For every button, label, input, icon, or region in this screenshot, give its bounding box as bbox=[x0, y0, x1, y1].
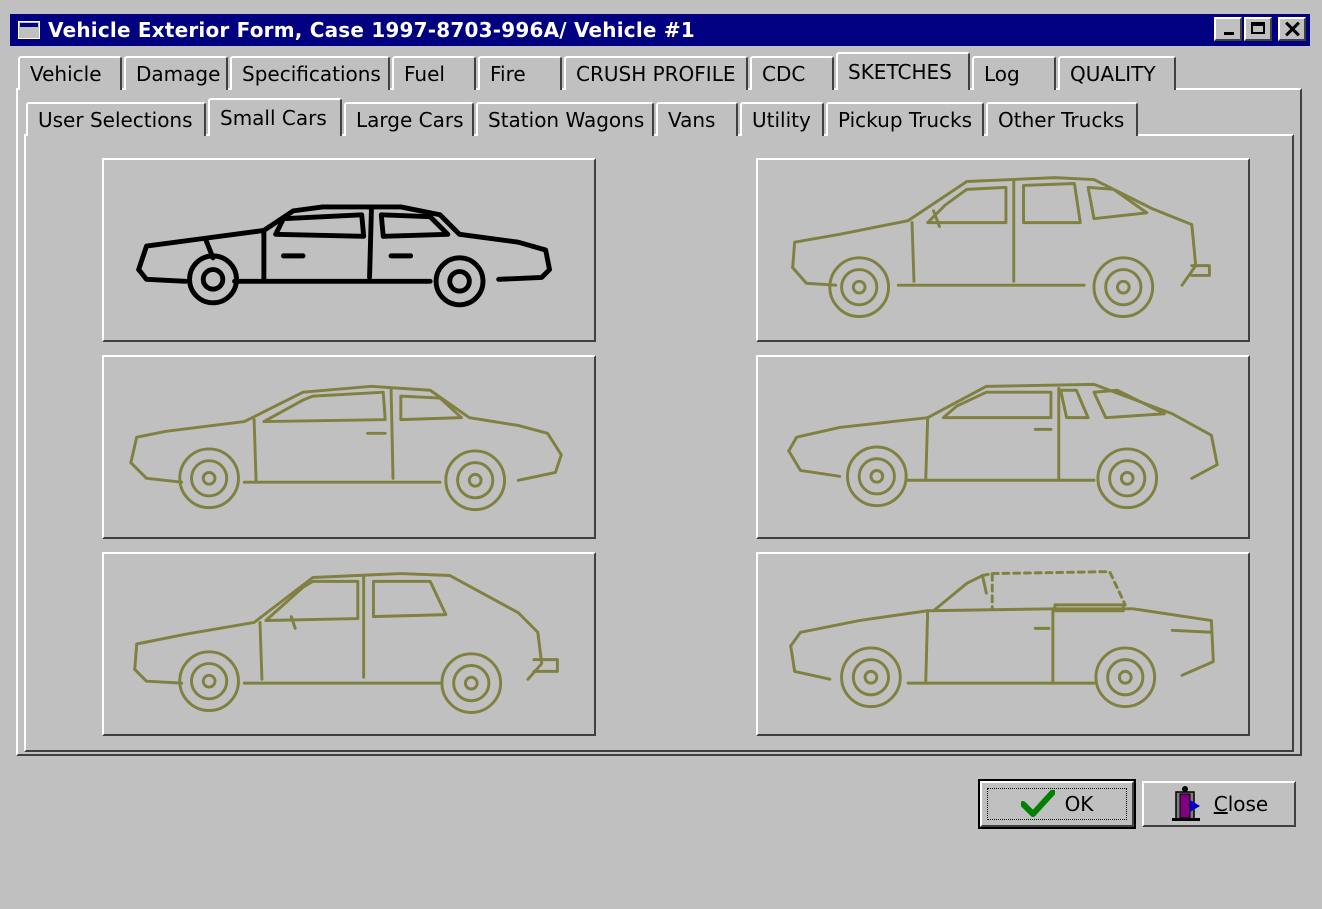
vehicle-type-tab-strip: User Selections Small Cars Large Cars St… bbox=[26, 98, 1140, 136]
tab-utility[interactable]: Utility bbox=[740, 102, 824, 136]
sport-hatchback-sketch-icon bbox=[787, 382, 1219, 510]
tab-label: Small Cars bbox=[220, 106, 327, 130]
exit-door-icon bbox=[1171, 786, 1200, 821]
tab-sketches[interactable]: SKETCHES bbox=[836, 52, 970, 90]
tab-label: Specifications bbox=[242, 62, 381, 86]
sketch-tile-coupe[interactable] bbox=[102, 355, 596, 539]
sketch-tile-hatchback-4door[interactable] bbox=[756, 158, 1250, 342]
convertible-sketch-icon bbox=[789, 570, 1215, 709]
tab-fuel[interactable]: Fuel bbox=[392, 56, 476, 90]
tab-log[interactable]: Log bbox=[972, 56, 1056, 90]
tab-label: CDC bbox=[762, 62, 806, 86]
close-button[interactable]: Close bbox=[1142, 781, 1296, 827]
tab-vehicle[interactable]: Vehicle bbox=[18, 56, 122, 90]
tab-label: QUALITY bbox=[1070, 62, 1156, 86]
tab-label: SKETCHES bbox=[848, 60, 952, 84]
coupe-sketch-icon bbox=[129, 384, 563, 512]
window-icon[interactable] bbox=[18, 21, 40, 39]
hatchback-4door-sketch-icon bbox=[791, 176, 1211, 318]
title-bar[interactable]: Vehicle Exterior Form, Case 1997-8703-99… bbox=[10, 14, 1310, 46]
tab-label: Pickup Trucks bbox=[838, 108, 973, 132]
tab-label: Log bbox=[984, 62, 1020, 86]
tab-label: Fuel bbox=[404, 62, 445, 86]
window-title: Vehicle Exterior Form, Case 1997-8703-99… bbox=[48, 18, 695, 42]
tab-damage[interactable]: Damage bbox=[124, 56, 228, 90]
tab-other-trucks[interactable]: Other Trucks bbox=[986, 102, 1138, 136]
maximize-button[interactable] bbox=[1244, 17, 1272, 41]
main-tab-strip: Vehicle Damage Specifications Fuel Fire … bbox=[18, 52, 1178, 90]
tab-label: Utility bbox=[752, 108, 811, 132]
tab-large-cars[interactable]: Large Cars bbox=[344, 102, 474, 136]
tab-station-wagons[interactable]: Station Wagons bbox=[476, 102, 654, 136]
sketch-tile-hatchback-2door[interactable] bbox=[102, 552, 596, 736]
hatchback-2door-sketch-icon bbox=[133, 572, 559, 714]
tab-crush-profile[interactable]: CRUSH PROFILE bbox=[564, 56, 748, 90]
minimize-button[interactable] bbox=[1214, 17, 1242, 41]
close-button-label: Close bbox=[1213, 792, 1269, 816]
sketch-tile-sedan[interactable] bbox=[102, 158, 596, 342]
focus-rect bbox=[987, 788, 1127, 820]
tab-label: CRUSH PROFILE bbox=[576, 62, 736, 86]
tab-fire[interactable]: Fire bbox=[478, 56, 562, 90]
tab-label: Vehicle bbox=[30, 62, 102, 86]
tab-label: User Selections bbox=[38, 108, 193, 132]
tab-label: Fire bbox=[490, 62, 526, 86]
tab-specifications[interactable]: Specifications bbox=[230, 56, 390, 90]
tab-label: Vans bbox=[668, 108, 716, 132]
sketch-tile-convertible[interactable] bbox=[756, 552, 1250, 736]
tab-user-selections[interactable]: User Selections bbox=[26, 102, 206, 136]
tab-quality[interactable]: QUALITY bbox=[1058, 56, 1176, 90]
tab-small-cars[interactable]: Small Cars bbox=[208, 98, 342, 136]
window-controls bbox=[1214, 17, 1306, 41]
sedan-sketch-icon bbox=[136, 204, 552, 308]
tab-label: Damage bbox=[136, 62, 221, 86]
sketch-tile-sport-hatchback[interactable] bbox=[756, 355, 1250, 539]
ok-button[interactable]: OK bbox=[978, 779, 1136, 829]
tab-label: Other Trucks bbox=[998, 108, 1125, 132]
tab-cdc[interactable]: CDC bbox=[750, 56, 834, 90]
tab-label: Large Cars bbox=[356, 108, 464, 132]
close-window-button[interactable] bbox=[1278, 17, 1306, 41]
tab-pickup-trucks[interactable]: Pickup Trucks bbox=[826, 102, 984, 136]
tab-vans[interactable]: Vans bbox=[656, 102, 738, 136]
tab-label: Station Wagons bbox=[488, 108, 645, 132]
